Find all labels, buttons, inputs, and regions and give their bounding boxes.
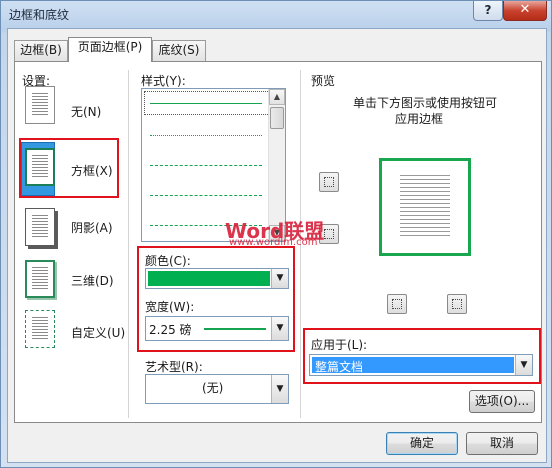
apply-to-value: 整篇文档: [315, 360, 364, 374]
setting-3d-label[interactable]: 三维(D): [71, 272, 114, 289]
right-border-toggle-icon[interactable]: [447, 294, 467, 314]
setting-custom-icon[interactable]: [25, 310, 55, 348]
tab-page-border[interactable]: 页面边框(P): [68, 37, 152, 62]
preview-page[interactable]: [379, 158, 471, 256]
setting-none-icon[interactable]: [25, 86, 55, 124]
style-dash-large-line[interactable]: [150, 195, 262, 196]
close-button[interactable]: ✕: [503, 1, 547, 21]
preview-instruction-1: 单击下方图示或使用按钮可: [353, 96, 498, 110]
title-bar: 边框和底纹 ? ✕: [1, 1, 551, 27]
width-line-sample: [204, 328, 266, 330]
borders-shading-dialog: 边框和底纹 ? ✕ 边框(B) 页面边框(P) 底纹(S) 设置: 无(N) 方…: [0, 0, 552, 468]
setting-box-highlight-frame: [19, 138, 119, 198]
tab-shading[interactable]: 底纹(S): [152, 40, 206, 61]
style-dash-small-line[interactable]: [150, 165, 262, 166]
left-border-toggle-icon[interactable]: [387, 294, 407, 314]
chevron-down-icon[interactable]: ▼: [271, 269, 288, 288]
color-dropdown[interactable]: ▼: [145, 268, 289, 289]
setting-shadow-label[interactable]: 阴影(A): [71, 219, 113, 236]
preview-heading: 预览: [311, 74, 336, 88]
options-button[interactable]: 选项(O)...: [469, 390, 535, 413]
setting-custom-label[interactable]: 自定义(U): [71, 324, 125, 341]
scroll-thumb[interactable]: [270, 107, 284, 129]
width-dropdown[interactable]: 2.25 磅 ▼: [145, 316, 289, 341]
window-title: 边框和底纹: [9, 8, 70, 22]
watermark-url: www.wordlm.com: [229, 237, 318, 248]
apply-to-label: 应用于(L):: [311, 338, 368, 352]
width-label: 宽度(W):: [145, 300, 195, 314]
separator: [128, 70, 129, 418]
art-label: 艺术型(R):: [145, 360, 203, 374]
color-label: 颜色(C):: [145, 254, 191, 268]
color-swatch: [148, 271, 270, 286]
chevron-down-icon[interactable]: ▼: [271, 375, 288, 403]
tab-borders[interactable]: 边框(B): [14, 40, 68, 61]
width-value: 2.25 磅: [149, 323, 192, 337]
scroll-up-icon[interactable]: ▲: [269, 89, 285, 105]
apply-to-dropdown[interactable]: 整篇文档 ▼: [309, 354, 533, 376]
help-button[interactable]: ?: [473, 1, 503, 21]
top-border-toggle-icon[interactable]: [319, 172, 339, 192]
setting-none-label[interactable]: 无(N): [71, 103, 101, 120]
setting-3d-icon[interactable]: [25, 260, 55, 298]
style-solid-line[interactable]: [150, 103, 262, 104]
art-value: (无): [202, 381, 224, 395]
chevron-down-icon[interactable]: ▼: [271, 317, 288, 340]
preview-instruction-2: 应用边框: [395, 112, 444, 126]
chevron-down-icon[interactable]: ▼: [515, 355, 532, 375]
style-label: 样式(Y):: [141, 74, 186, 88]
setting-shadow-icon[interactable]: [25, 208, 55, 246]
cancel-button[interactable]: 取消: [466, 432, 538, 455]
ok-button[interactable]: 确定: [386, 432, 458, 455]
style-dotted-line[interactable]: [150, 135, 262, 136]
art-dropdown[interactable]: (无) ▼: [145, 374, 289, 404]
